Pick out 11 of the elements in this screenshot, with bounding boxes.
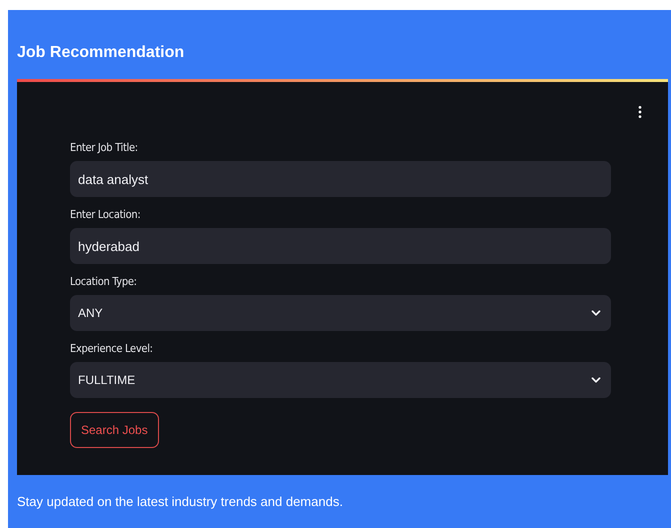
field-label: Location Type:: [70, 274, 138, 289]
field-label: Enter Job Title:: [70, 140, 139, 155]
dropdown[interactable]: FULLTIME: [70, 362, 611, 398]
input-field[interactable]: hyderabad: [70, 228, 611, 264]
search-jobs-button[interactable]: Search Jobs: [70, 412, 159, 448]
input-field[interactable]: data analyst: [70, 161, 611, 197]
footer-text: Stay updated on the latest industry trends and demands.: [17, 493, 344, 511]
dropdown[interactable]: ANY: [70, 295, 611, 331]
field-label: Experience Level:: [70, 341, 154, 356]
field-label: Enter Location:: [70, 207, 142, 222]
page-title: Job Recommendation: [17, 43, 186, 63]
